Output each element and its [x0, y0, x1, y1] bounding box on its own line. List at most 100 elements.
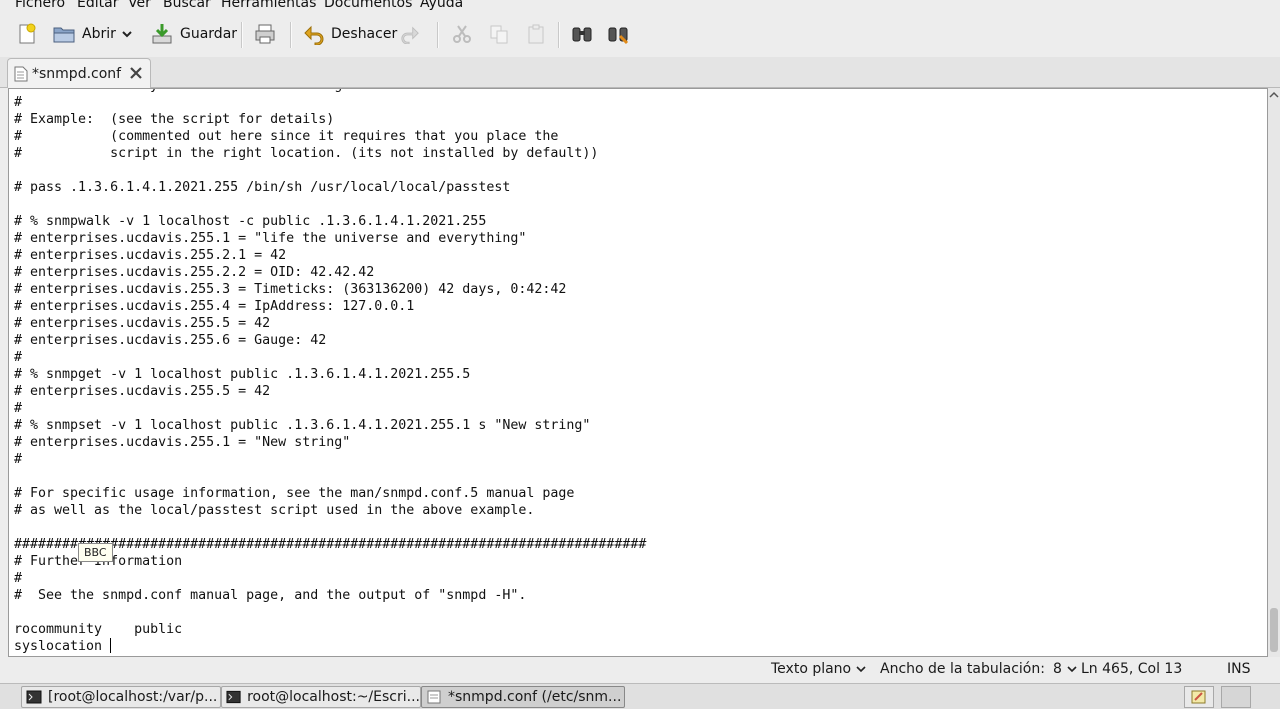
- text-editor[interactable]: # source directory or install it in the …: [8, 88, 1268, 657]
- print-button[interactable]: [253, 20, 277, 48]
- save-button-label: Guardar: [180, 26, 238, 42]
- editor-line: #: [14, 401, 23, 416]
- menu-documentos[interactable]: Documentos: [324, 0, 412, 11]
- menu-herramientas[interactable]: Herramientas: [221, 0, 316, 11]
- taskbar-item-label: *snmpd.conf (/etc/snm...: [448, 689, 622, 705]
- taskbar-item-label: root@localhost:~/Escri...: [247, 689, 420, 705]
- notes-icon: [1191, 690, 1206, 704]
- editor-line: #: [14, 95, 23, 110]
- tab-snmpd-conf[interactable]: *snmpd.conf: [7, 58, 151, 88]
- insert-mode: INS: [1227, 661, 1251, 677]
- editor-line: # % snmpset -v 1 localhost public .1.3.6…: [14, 418, 591, 433]
- binoculars-icon: [572, 27, 592, 42]
- chevron-down-icon: [856, 666, 866, 673]
- vertical-scrollbar[interactable]: [1268, 88, 1280, 657]
- new-button[interactable]: [15, 20, 39, 48]
- editor-line: # enterprises.ucdavis.255.2.1 = 42: [14, 248, 287, 263]
- editor-line: # as well as the local/passtest script u…: [14, 503, 535, 518]
- taskbar-item-gedit[interactable]: *snmpd.conf (/etc/snm...: [421, 686, 625, 708]
- toolbar: Abrir Guardar Deshacer: [0, 12, 1280, 58]
- redo-icon: [401, 26, 419, 44]
- editor-line: # For specific usage information, see th…: [14, 486, 575, 501]
- text-editor-icon: [427, 690, 441, 704]
- chevron-down-icon: [1067, 666, 1077, 673]
- save-icon: [152, 24, 172, 44]
- menu-buscar[interactable]: Buscar: [163, 0, 211, 11]
- editor-content[interactable]: # source directory or install it in the …: [14, 89, 646, 655]
- editor-line: # % snmpwalk -v 1 localhost -c public .1…: [14, 214, 487, 229]
- open-button[interactable]: Abrir: [52, 20, 116, 48]
- syntax-mode-dropdown[interactable]: Texto plano: [771, 661, 867, 677]
- scroll-up-icon[interactable]: [1269, 90, 1279, 100]
- taskbar-item-label: [root@localhost:/var/p...: [48, 689, 218, 705]
- clipboard-icon: [528, 24, 544, 44]
- menu-fichero[interactable]: Fichero: [15, 0, 65, 11]
- editor-line: # pass .1.3.6.1.4.1.2021.255 /bin/sh /us…: [14, 180, 511, 195]
- tab-width-label: Ancho de la tabulación:: [880, 661, 1045, 677]
- folder-open-icon: [53, 27, 75, 43]
- workspace-switcher[interactable]: [1221, 686, 1251, 708]
- toolbar-separator: [241, 22, 243, 48]
- editor-line: # enterprises.ucdavis.255.4 = IpAddress:…: [14, 299, 415, 314]
- editor-line: syslocation: [14, 639, 111, 654]
- editor-line: # (commented out here since it requires …: [14, 129, 559, 144]
- scissors-icon: [453, 25, 471, 43]
- redo-button[interactable]: [400, 20, 420, 48]
- editor-line: # source directory or install it in the …: [14, 89, 454, 93]
- editor-line: #: [14, 350, 23, 365]
- editor-line: #: [14, 452, 23, 467]
- notes-tray-button[interactable]: [1184, 686, 1214, 708]
- chevron-down-icon: [122, 31, 132, 38]
- find-replace-icon: [608, 27, 629, 45]
- save-button[interactable]: Guardar: [150, 20, 237, 48]
- taskbar: [root@localhost:/var/p... root@localhost…: [0, 683, 1280, 709]
- paste-button[interactable]: [525, 20, 547, 48]
- text-document-icon: [14, 66, 28, 81]
- syntax-mode-label: Texto plano: [771, 661, 852, 677]
- editor-line: #: [14, 571, 23, 586]
- status-bar: Texto plano Ancho de la tabulación: 8 Ln…: [0, 657, 1280, 683]
- close-tab-icon[interactable]: [128, 65, 144, 81]
- text-cursor: [110, 638, 112, 653]
- taskbar-item-terminal-2[interactable]: root@localhost:~/Escri...: [221, 686, 421, 708]
- open-button-label: Abrir: [82, 26, 116, 42]
- new-document-icon: [19, 23, 36, 44]
- document-tabbar: *snmpd.conf: [0, 57, 1280, 88]
- undo-button[interactable]: Deshacer: [303, 20, 397, 48]
- printer-icon: [255, 24, 275, 44]
- tab-width-value: 8: [1052, 661, 1062, 677]
- editor-line: # enterprises.ucdavis.255.3 = Timeticks:…: [14, 282, 567, 297]
- menu-ver[interactable]: Ver: [128, 0, 151, 11]
- terminal-icon: [226, 690, 241, 704]
- tab-width-dropdown[interactable]: Ancho de la tabulación: 8: [880, 661, 1078, 677]
- recent-files-dropdown[interactable]: [120, 20, 134, 48]
- editor-line: # See the snmpd.conf manual page, and th…: [14, 588, 527, 603]
- tooltip: BBC: [78, 543, 113, 562]
- cursor-position: Ln 465, Col 13: [1081, 661, 1182, 677]
- editor-line: # enterprises.ucdavis.255.6 = Gauge: 42: [14, 333, 327, 348]
- cut-button[interactable]: [451, 20, 473, 48]
- editor-line: # enterprises.ucdavis.255.5 = 42: [14, 316, 271, 331]
- undo-button-label: Deshacer: [331, 26, 398, 42]
- menu-editar[interactable]: Editar: [77, 0, 118, 11]
- taskbar-item-terminal-1[interactable]: [root@localhost:/var/p...: [21, 686, 221, 708]
- editor-line: # enterprises.ucdavis.255.5 = 42: [14, 384, 271, 399]
- copy-button[interactable]: [488, 20, 510, 48]
- editor-line: rocommunity public: [14, 622, 183, 637]
- terminal-icon: [26, 690, 42, 704]
- scrollbar-thumb[interactable]: [1270, 608, 1278, 652]
- editor-line: # Example: (see the script for details): [14, 112, 335, 127]
- cursor-position-label: Ln 465, Col 13: [1081, 661, 1183, 677]
- editor-line: # enterprises.ucdavis.255.1 = "life the …: [14, 231, 527, 246]
- editor-line: # enterprises.ucdavis.255.1 = "New strin…: [14, 435, 351, 450]
- tab-title: *snmpd.conf: [32, 65, 122, 82]
- menu-ayuda[interactable]: Ayuda: [420, 0, 463, 11]
- replace-button[interactable]: [606, 20, 630, 48]
- editor-line: # script in the right location. (its not…: [14, 146, 599, 161]
- insert-mode-label: INS: [1227, 661, 1251, 677]
- undo-icon: [304, 25, 324, 45]
- copy-icon: [490, 25, 508, 44]
- find-button[interactable]: [570, 20, 594, 48]
- toolbar-separator: [558, 22, 560, 48]
- editor-line: # enterprises.ucdavis.255.2.2 = OID: 42.…: [14, 265, 375, 280]
